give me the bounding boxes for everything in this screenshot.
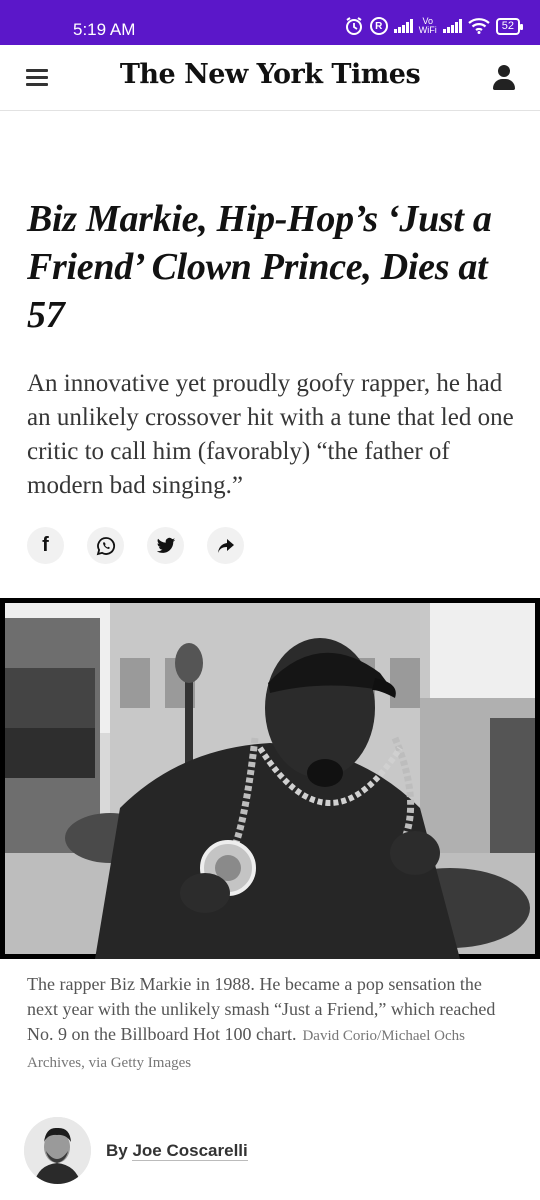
signal-icon — [393, 19, 413, 33]
masthead-logo[interactable]: The New York Times — [0, 59, 540, 90]
user-account-icon[interactable] — [492, 65, 516, 91]
status-bar: 5:19 AM R Vo WiFi 52 — [0, 0, 540, 45]
twitter-share-icon[interactable] — [147, 527, 184, 564]
signal-icon — [442, 19, 462, 33]
status-icons: R Vo WiFi 52 — [344, 16, 524, 36]
article-summary: An innovative yet proudly goofy rapper, … — [27, 370, 514, 499]
status-time: 5:19 AM — [73, 20, 136, 39]
vowifi-icon: Vo WiFi — [418, 16, 437, 35]
article-photo[interactable] — [0, 598, 540, 959]
byline: By Joe Coscarelli — [24, 1117, 248, 1184]
share-tools: f — [27, 527, 244, 564]
forward-share-icon[interactable] — [207, 527, 244, 564]
photo-caption: The rapper Biz Markie in 1988. He became… — [27, 972, 517, 1076]
article-headline: Biz Markie, Hip-Hop’s ‘Just a Friend’ Cl… — [27, 198, 492, 336]
facebook-share-icon[interactable]: f — [27, 527, 64, 564]
battery-icon: 52 — [495, 17, 524, 35]
avatar[interactable] — [24, 1117, 91, 1184]
whatsapp-share-icon[interactable] — [87, 527, 124, 564]
app-header: The New York Times — [0, 45, 540, 111]
author-link[interactable]: Joe Coscarelli — [132, 1140, 248, 1161]
byline-text: By Joe Coscarelli — [106, 1140, 248, 1161]
alarm-icon — [344, 16, 364, 36]
registered-icon: R — [369, 17, 388, 35]
wifi-icon — [468, 18, 490, 34]
byline-prefix: By — [106, 1140, 128, 1160]
